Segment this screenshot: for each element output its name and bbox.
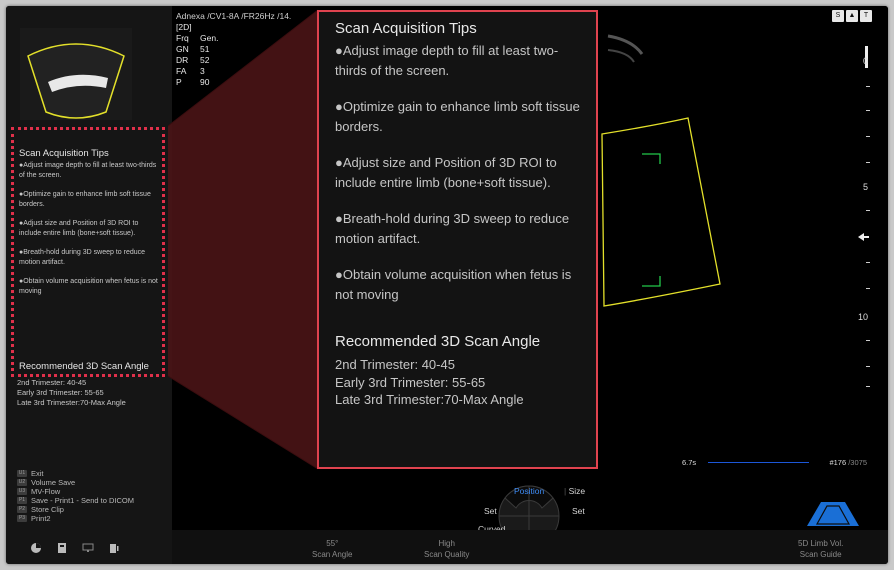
tip-small: ●Breath-hold during 3D sweep to reduce m… [19,249,146,266]
key-label: Save - Print1 - Send to DICOM [31,496,134,505]
softkey-scan-quality[interactable]: High Scan Quality [424,538,469,560]
key-store-clip[interactable]: P2 Store Clip [17,505,134,514]
monitor-icon[interactable] [82,542,94,554]
wheel-size[interactable]: | Size [564,486,585,496]
depth-label: 5 [862,182,868,192]
pie-icon[interactable] [30,542,42,554]
cine-bar[interactable]: 6.7s #176 /3075 [672,456,867,468]
key-tag: P1 [17,497,27,504]
angle-heading: Recommended 3D Scan Angle [335,333,541,350]
key-label: Volume Save [31,478,76,487]
cine-frame: #176 [829,458,847,467]
wheel-set-left[interactable]: Set [484,506,497,516]
angle-row: 2nd Trimester: 40-45 [17,378,87,387]
tip-item: ●Adjust image depth to fill at least two… [335,43,559,78]
wheel-position[interactable]: Position [514,486,544,496]
roi-corner [642,153,661,164]
scan-quality-label: Scan Quality [424,550,470,559]
key-tag: P3 [17,515,27,522]
tip-item: ●Breath-hold during 3D sweep to reduce m… [335,211,570,246]
key-label: MV-Flow [31,487,61,496]
left-panel: Scan Acquisition Tips ●Adjust image dept… [6,6,172,564]
user-keys: U1 Exit U2 Volume Save U3 MV-Flow P1 Save - … [17,469,134,523]
tip-small: ●Optimize gain to enhance limb soft tiss… [19,191,151,208]
scan-guide-label: Scan Guide [799,550,842,559]
key-label: Print2 [31,514,51,523]
roi-corner [642,276,661,287]
status-icons [30,542,120,554]
key-print2[interactable]: P3 Print2 [17,514,134,523]
tip-small: ●Adjust size and Position of 3D ROI to i… [19,220,139,237]
key-volume-save[interactable]: U2 Volume Save [17,478,134,487]
tip-item: ●Obtain volume acquisition when fetus is… [335,267,572,302]
key-save-print[interactable]: P1 Save - Print1 - Send to DICOM [17,496,134,505]
key-label: Store Clip [31,505,64,514]
softkey-scan-angle[interactable]: 55° Scan Angle [312,538,352,560]
softkey-scan-guide[interactable]: 5D Limb Vol. Scan Guide [798,538,843,560]
ultrasound-screen: Scan Acquisition Tips ●Adjust image dept… [6,6,888,564]
key-mv-flow[interactable]: U3 MV-Flow [17,487,134,496]
cine-time: 6.7s [682,458,697,467]
angles-small: 2nd Trimester: 40-45 Early 3rd Trimester… [17,378,126,408]
depth-label: 0 [862,56,868,66]
tips-panel-small[interactable]: Scan Acquisition Tips ●Adjust image dept… [11,127,165,377]
tip-item: ●Adjust size and Position of 3D ROI to i… [335,155,557,190]
key-exit[interactable]: U1 Exit [17,469,134,478]
cine-line [708,462,809,463]
roi-sector [601,117,721,307]
network-icon[interactable] [56,542,68,554]
probe-volume-icon[interactable] [803,496,863,532]
tip-item: ●Optimize gain to enhance limb soft tiss… [335,99,580,134]
tip-small: ●Obtain volume acquisition when fetus is… [19,278,158,295]
scan-quality-value: High [438,539,455,548]
tips-panel-large: Scan Acquisition Tips ●Adjust image dept… [317,10,598,469]
angle-heading-small: Recommended 3D Scan Angle [19,361,149,372]
tips-heading: Scan Acquisition Tips [335,20,477,37]
angle-row: Late 3rd Trimester:70-Max Angle [17,398,126,407]
battery-icon[interactable] [108,542,120,554]
cine-total: /3075 [848,458,867,467]
scan-angle-label: Scan Angle [312,550,353,559]
key-tag: U1 [17,470,27,477]
angle-item: Early 3rd Trimester: 55-65 [335,374,486,390]
wheel-set-right[interactable]: Set [572,506,585,516]
depth-scale: 0 5 10 [844,50,870,390]
scan-guide-value: 5D Limb Vol. [798,539,844,548]
focus-marker-icon[interactable] [858,232,870,242]
scan-angle-value: 55° [326,539,339,548]
key-tag: U2 [17,479,27,486]
tips-heading-small: Scan Acquisition Tips [19,148,109,159]
key-tag: P2 [17,506,27,513]
key-tag: U3 [17,488,27,495]
depth-label: 10 [857,312,868,322]
angle-row: Early 3rd Trimester: 55-65 [17,388,104,397]
tip-small: ●Adjust image depth to fill at least two… [19,162,157,179]
key-label: Exit [31,469,44,478]
probe-thumbnail [20,28,132,120]
angle-item: Late 3rd Trimester:70-Max Angle [335,392,524,407]
bottom-softkeys: 55° Scan Angle High Scan Quality 5D Limb… [172,530,888,564]
angle-item: 2nd Trimester: 40-45 [335,357,455,372]
